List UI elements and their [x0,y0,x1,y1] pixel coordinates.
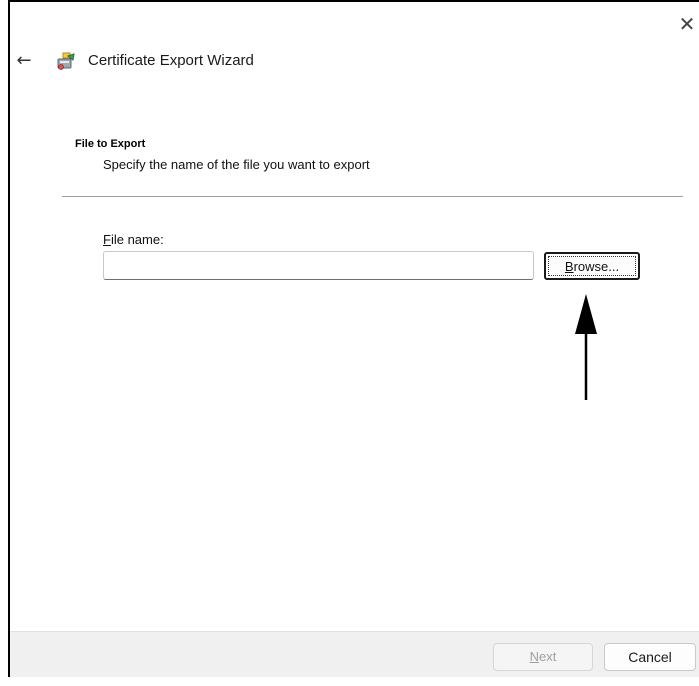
browse-button[interactable]: Browse... [544,252,640,280]
cancel-button[interactable]: Cancel [604,643,696,671]
close-icon[interactable]: ✕ [677,14,697,36]
wizard-footer [10,631,699,677]
annotation-arrow-head [575,294,597,334]
header-divider [62,196,683,197]
annotation-arrow [575,294,597,400]
back-arrow-icon[interactable]: ← [13,50,35,72]
file-name-label: File name: [103,232,164,247]
wizard-title: Certificate Export Wizard [88,52,254,69]
next-button[interactable]: Next [493,643,593,671]
page-description: Specify the name of the file you want to… [103,157,370,172]
page-title: File to Export [75,138,146,150]
file-name-input[interactable] [103,251,534,280]
certificate-wizard-icon [55,50,77,72]
browse-button-label: Browse... [548,256,636,276]
